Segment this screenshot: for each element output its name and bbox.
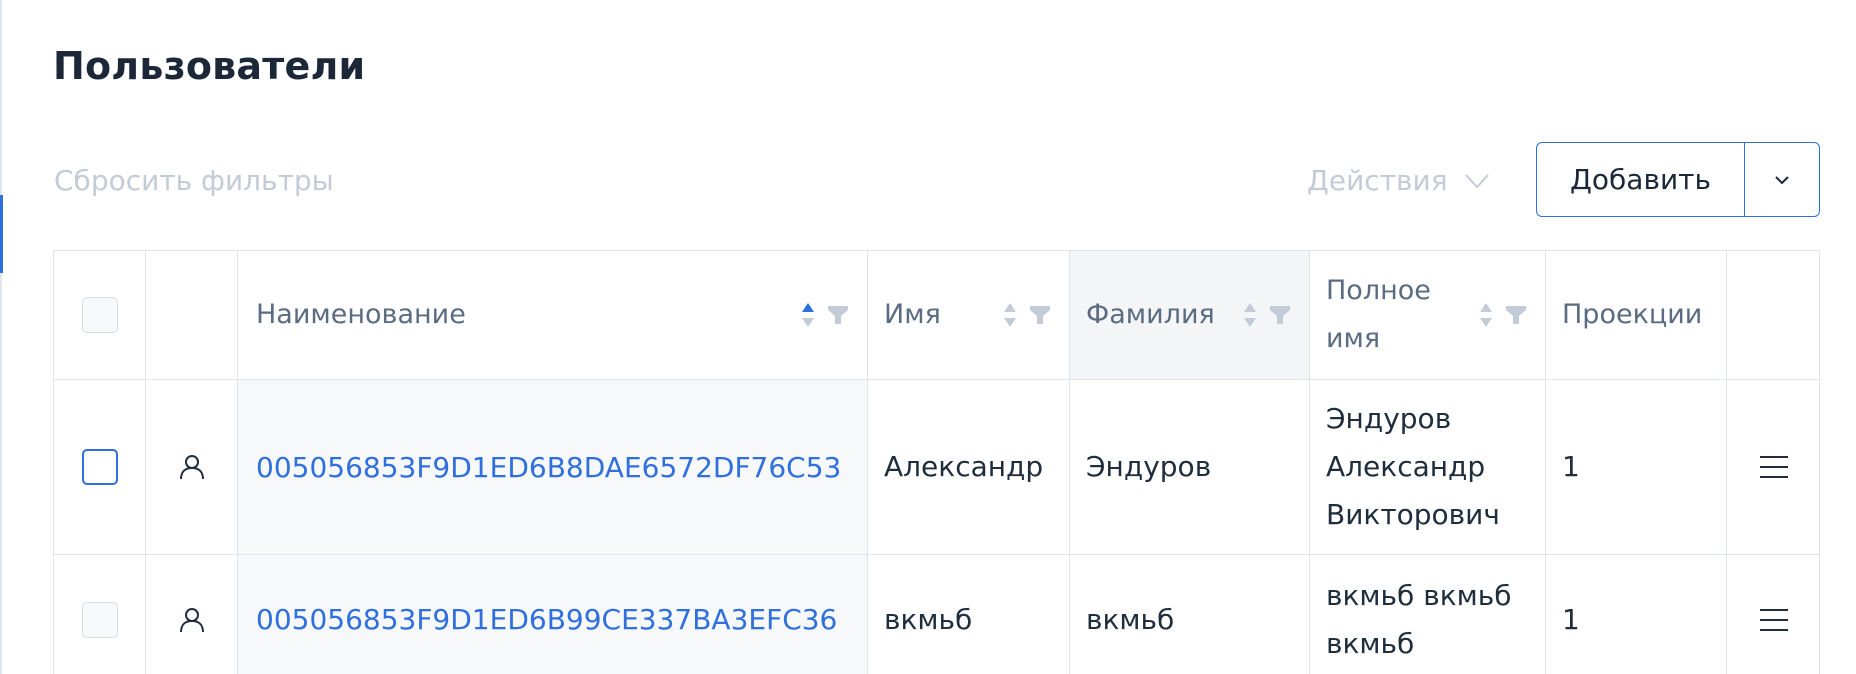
cell-name: 005056853F9D1ED6B99CE337BA3EFC36 [238,555,868,674]
add-dropdown-button[interactable] [1745,143,1819,216]
first-name-text: Александр [884,450,1044,483]
column-header-name-label: Наименование [256,299,466,330]
table-row[interactable]: 005056853F9D1ED6B8DAE6572DF76C53 Алексан… [54,380,1819,555]
actions-dropdown[interactable]: Действия [1307,164,1492,197]
projections-text: 1 [1562,602,1580,636]
column-header-last-name[interactable]: Фамилия [1070,251,1310,379]
table-header: Наименование Имя Фамилия Полное имя Прое… [54,251,1819,380]
column-header-name[interactable]: Наименование [238,251,868,379]
row-select-cell [54,380,146,554]
menu-icon[interactable] [1759,607,1789,633]
left-accent-indicator [0,195,3,273]
cell-first-name: Александр [868,380,1070,554]
sort-ascending-icon[interactable] [801,302,815,328]
sort-icon[interactable] [1003,302,1017,328]
add-button-group: Добавить [1536,142,1820,217]
header-menu-cell [1727,251,1819,379]
full-name-text: вкмьб вкмьб вкмьб [1326,578,1512,660]
column-header-first-name[interactable]: Имя [868,251,1070,379]
column-header-last-name-label: Фамилия [1086,299,1215,330]
user-icon [179,607,204,632]
table-row[interactable]: 005056853F9D1ED6B99CE337BA3EFC36 вкмьб в… [54,555,1819,674]
column-header-full-name-label: Полное имя [1326,275,1431,354]
users-table: Наименование Имя Фамилия Полное имя Прое… [53,250,1820,674]
menu-icon[interactable] [1759,454,1789,480]
column-header-projections[interactable]: Проекции [1546,251,1727,379]
cell-row-menu [1727,555,1819,674]
actions-label: Действия [1307,164,1448,197]
sort-icon[interactable] [1243,302,1257,328]
cell-full-name: Эндуров Александр Викторович [1310,380,1546,554]
chevron-down-icon [1464,173,1489,188]
cell-first-name: вкмьб [868,555,1070,674]
last-name-text: Эндуров [1086,450,1212,483]
row-type-cell [146,380,238,554]
page-title: Пользователи [53,44,366,88]
filter-icon[interactable] [1505,304,1527,326]
column-header-first-name-label: Имя [884,299,941,330]
filter-icon[interactable] [827,304,849,326]
cell-row-menu [1727,380,1819,554]
filter-icon[interactable] [1269,304,1291,326]
cell-last-name: Эндуров [1070,380,1310,554]
last-name-text: вкмьб [1086,602,1175,636]
chevron-down-icon [1775,175,1789,184]
user-name-link[interactable]: 005056853F9D1ED6B99CE337BA3EFC36 [256,603,837,636]
projections-text: 1 [1562,450,1580,483]
cell-projections: 1 [1546,555,1727,674]
row-type-cell [146,555,238,674]
column-header-projections-label: Проекции [1562,299,1703,330]
filter-icon[interactable] [1029,304,1051,326]
left-border [0,0,2,674]
user-name-link[interactable]: 005056853F9D1ED6B8DAE6572DF76C53 [256,451,841,484]
cell-full-name: вкмьб вкмьб вкмьб [1310,555,1546,674]
first-name-text: вкмьб [884,602,973,636]
cell-name: 005056853F9D1ED6B8DAE6572DF76C53 [238,380,868,554]
header-icon-cell [146,251,238,379]
cell-last-name: вкмьб [1070,555,1310,674]
header-select-cell [54,251,146,379]
row-select-cell [54,555,146,674]
add-button[interactable]: Добавить [1537,143,1745,216]
cell-projections: 1 [1546,380,1727,554]
row-checkbox[interactable] [81,601,118,638]
column-header-full-name[interactable]: Полное имя [1310,251,1546,379]
select-all-checkbox[interactable] [81,297,118,333]
user-icon [179,455,204,480]
full-name-text: Эндуров Александр Викторович [1326,402,1500,531]
sort-icon[interactable] [1479,302,1493,328]
row-checkbox[interactable] [81,449,118,485]
reset-filters-button[interactable]: Сбросить фильтры [54,164,334,197]
